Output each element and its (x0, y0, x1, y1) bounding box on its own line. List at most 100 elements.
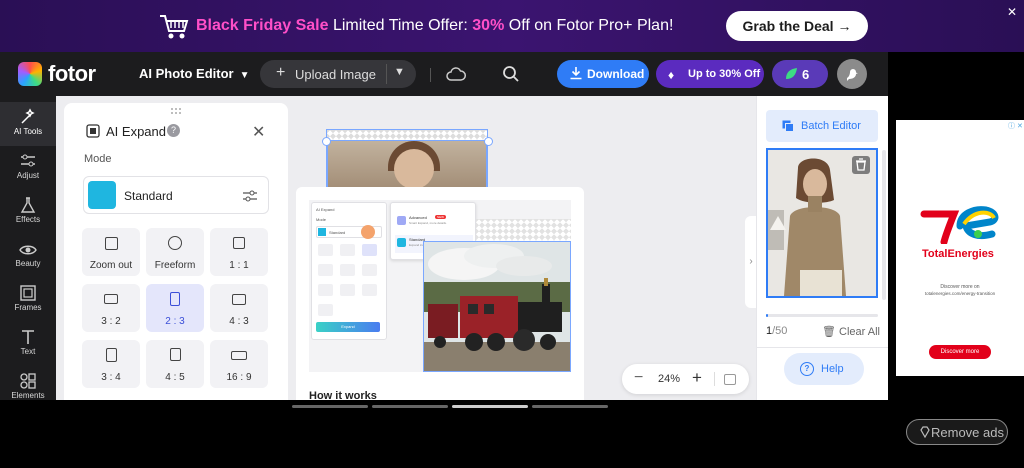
resize-handle[interactable] (322, 137, 331, 146)
image-thumbnail[interactable] (766, 148, 878, 298)
ratio-16-9[interactable]: 16 : 9 (210, 340, 268, 388)
drag-handle-icon[interactable] (170, 107, 182, 115)
zoom-out-icon (105, 237, 118, 250)
zoom-divider (714, 372, 715, 386)
zoom-out-button[interactable]: − (634, 369, 643, 387)
page-indicator[interactable] (532, 405, 608, 408)
page-indicator[interactable] (292, 405, 368, 408)
cloud-icon[interactable] (446, 67, 466, 81)
batch-editor-button[interactable]: Batch Editor (766, 110, 878, 142)
trash-icon (856, 158, 866, 171)
rail-item-elements[interactable]: Elements (0, 366, 56, 410)
pro-offer-button[interactable]: ♦ Up to 30% Off (656, 60, 764, 88)
editor-selector[interactable]: AI Photo Editor ▼ (139, 66, 250, 81)
upload-dropdown-icon[interactable]: ▼ (394, 66, 405, 78)
freeform-icon (168, 236, 182, 250)
promo-sale: Black Friday Sale (196, 17, 329, 34)
settings-sliders-icon[interactable] (242, 188, 258, 204)
mode-label: Mode (84, 153, 112, 165)
rail-item-beauty[interactable]: Beauty (0, 234, 56, 278)
ad-choices-icon[interactable]: ⓘ ✕ (1008, 121, 1023, 131)
download-button[interactable]: Download (557, 60, 649, 88)
mini-ratio (362, 264, 377, 276)
ratio-4-3[interactable]: 4 : 3 (210, 284, 268, 332)
ratio-2-3[interactable]: 2 : 3 (146, 284, 204, 332)
frame-icon (20, 285, 36, 301)
ratio-label: 3 : 4 (101, 372, 121, 383)
mode-selector[interactable]: Standard (83, 176, 269, 214)
ratio-label: Zoom out (89, 260, 133, 271)
mini-advanced-row: Advanced NEW Smart Expand, more details. (395, 213, 473, 231)
shopping-cart-icon (160, 15, 189, 39)
trash-icon: 🗑 (822, 326, 836, 338)
panel-title: AI Expand (106, 124, 166, 139)
advertisement[interactable]: ⓘ ✕ TotalEnergies Discover more on total… (896, 120, 1024, 376)
upload-image-button[interactable]: + Upload Image ▼ (260, 60, 416, 88)
sliders-icon (21, 154, 35, 167)
mini-mode: Mode (316, 217, 327, 222)
eye-icon (19, 245, 37, 255)
ratio-label: 4 : 3 (229, 316, 249, 327)
close-icon[interactable]: ✕ (252, 122, 265, 142)
ratio-freeform[interactable]: Freeform (146, 228, 204, 276)
square-icon (233, 237, 245, 249)
rail-label: AI Tools (13, 127, 43, 136)
count-total: /50 (772, 325, 788, 337)
rail-label: Frames (14, 303, 42, 312)
layers-icon (782, 120, 794, 132)
delete-icon[interactable] (852, 156, 870, 174)
resize-handle[interactable] (484, 137, 493, 146)
rail-item-ai-tools[interactable]: AI Tools (0, 102, 56, 146)
ratio-zoom-out[interactable]: Zoom out (82, 228, 140, 276)
ratio-label: 3 : 2 (101, 316, 121, 327)
tool-rail: AI Tools Adjust Effects Beauty Frames Te… (0, 96, 56, 400)
upload-progress (766, 314, 878, 317)
remove-ads-button[interactable]: Remove ads (906, 419, 1008, 445)
ratio-label: 16 : 9 (226, 372, 252, 383)
help-button[interactable]: ? Help (784, 353, 864, 385)
rail-item-effects[interactable]: Effects (0, 190, 56, 234)
credits-button[interactable]: 6 (772, 60, 828, 88)
download-icon (570, 67, 582, 80)
portrait-icon (106, 348, 117, 362)
progress-fill (766, 314, 769, 317)
rail-item-text[interactable]: Text (0, 322, 56, 366)
zoom-value: 24% (658, 373, 681, 385)
editor-label: AI Photo Editor (139, 66, 234, 81)
ratio-3-2[interactable]: 3 : 2 (82, 284, 140, 332)
totalenergies-logo (920, 206, 999, 244)
grab-deal-button[interactable]: Grab the Deal → (726, 11, 868, 41)
close-banner-icon[interactable]: ✕ (1004, 4, 1020, 20)
portrait-icon (170, 292, 180, 306)
right-scrollbar[interactable] (882, 150, 886, 300)
avatar[interactable] (837, 59, 867, 89)
zoom-control: − 24% + (622, 364, 749, 394)
sparkle-wand-icon (21, 108, 35, 124)
search-icon[interactable] (502, 65, 520, 83)
rail-item-frames[interactable]: Frames (0, 278, 56, 322)
batch-editor-label: Batch Editor (801, 120, 861, 132)
ad-discover-button[interactable]: Discover more (929, 345, 991, 359)
page-indicator[interactable] (372, 405, 448, 408)
logo-text[interactable]: fotor (48, 61, 96, 87)
cube-icon (88, 181, 116, 209)
clear-all-button[interactable]: 🗑 Clear All (822, 325, 880, 338)
mode-value: Standard (124, 189, 173, 203)
mini-advanced-label: Advanced (409, 215, 427, 220)
rail-item-adjust[interactable]: Adjust (0, 146, 56, 190)
ad-brand: TotalEnergies (922, 248, 994, 260)
promo-discount: 30% (472, 17, 505, 34)
zoom-in-button[interactable]: + (692, 368, 702, 388)
ratio-3-4[interactable]: 3 : 4 (82, 340, 140, 388)
compare-icon[interactable] (724, 374, 736, 385)
ratio-1-1[interactable]: 1 : 1 (210, 228, 268, 276)
ratio-label: 2 : 3 (165, 316, 185, 327)
chevron-down-icon: ▼ (239, 70, 250, 81)
mini-ratio (362, 244, 377, 256)
mini-ratio (340, 284, 355, 296)
portrait-icon (170, 348, 181, 361)
help-icon[interactable]: ? (167, 124, 180, 137)
mini-ratio (340, 264, 355, 276)
ratio-4-5[interactable]: 4 : 5 (146, 340, 204, 388)
page-indicator-active[interactable] (452, 405, 528, 408)
